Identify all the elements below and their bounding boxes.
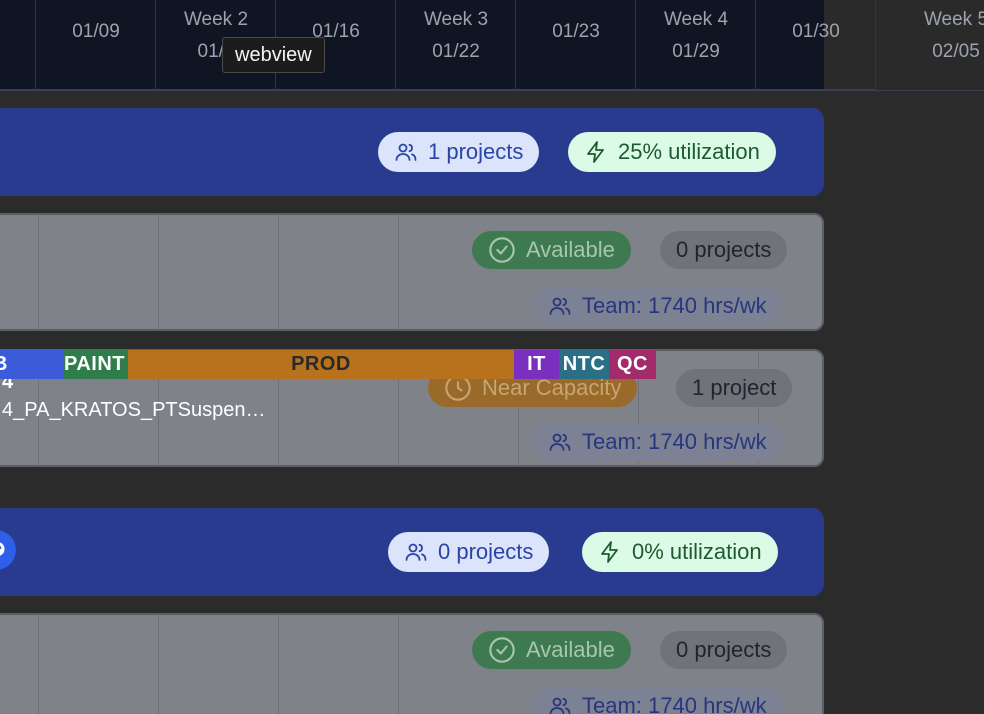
member-row[interactable]: Available 0 projects Team: 1740 hrs/wk [0, 213, 824, 331]
phase-segment-b[interactable]: B [0, 350, 64, 379]
status-label: Available [526, 637, 615, 662]
project-count-badge: 1 project [676, 369, 793, 407]
team-hours-label: Team: 1740 hrs/wk [582, 429, 767, 454]
users-icon [549, 697, 571, 714]
phase-segment-it[interactable]: IT [514, 350, 559, 379]
tooltip: webview [222, 37, 325, 73]
team-header[interactable]: 0 projects 0% utilization [0, 508, 824, 596]
team-hours-badge: Team: 1740 hrs/wk [532, 687, 783, 714]
timeline-col-week-5: Week 5 02/05 [876, 0, 984, 90]
team-hours-label: Team: 1740 hrs/wk [582, 293, 767, 318]
status-label: Available [526, 237, 615, 262]
phase-segment-prod[interactable]: PROD [128, 350, 514, 379]
timeline-col: 1 [0, 0, 36, 90]
team-hours-badge: Team: 1740 hrs/wk [532, 423, 783, 461]
team-projects-label: 1 projects [428, 139, 524, 164]
resource-planner: 1 01/09 Week 2 01/1 01/16 Week 3 01/22 0… [0, 0, 984, 714]
team-projects-pill: 0 projects [388, 532, 550, 572]
team-hours-badge: Team: 1740 hrs/wk [532, 287, 783, 325]
member-project-name[interactable]: 4_PA_KRATOS_PTSuspen… [2, 399, 265, 422]
lightning-icon [587, 141, 604, 163]
member-row[interactable]: Available 0 projects Team: 1740 hrs/wk [0, 613, 824, 714]
users-icon [395, 143, 417, 161]
team-utilization-pill: 25% utilization [568, 132, 776, 172]
users-icon [549, 433, 571, 451]
project-count-label: 0 projects [676, 237, 772, 262]
team-utilization-label: 25% utilization [618, 139, 760, 164]
project-phase-bar[interactable]: B PAINT PROD IT NTC QC [0, 350, 656, 379]
timeline-col: 01/23 [516, 0, 636, 90]
team-utilization-label: 0% utilization [632, 539, 762, 564]
timeline-col: 01/30 [756, 0, 876, 90]
phase-segment-qc[interactable]: QC [609, 350, 656, 379]
project-count-label: 0 projects [676, 637, 772, 662]
status-badge: Available [472, 231, 631, 269]
phase-segment-paint[interactable]: PAINT [64, 350, 128, 379]
phase-segment-ntc[interactable]: NTC [559, 350, 609, 379]
timeline-col-week-3: Week 3 01/22 [396, 0, 516, 90]
team-projects-pill: 1 projects [378, 132, 540, 172]
link-icon [0, 542, 5, 556]
team-utilization-pill: 0% utilization [582, 532, 778, 572]
lightning-icon [601, 541, 618, 563]
check-circle-icon [489, 637, 515, 663]
timeline-header: 1 01/09 Week 2 01/1 01/16 Week 3 01/22 0… [0, 0, 984, 91]
team-projects-label: 0 projects [438, 539, 534, 564]
users-icon [405, 543, 427, 561]
project-count-badge: 0 projects [660, 631, 788, 669]
project-count-label: 1 project [692, 375, 777, 400]
check-circle-icon [489, 237, 515, 263]
timeline-col-week-4: Week 4 01/29 [636, 0, 756, 90]
team-header[interactable]: 1 projects 25% utilization [0, 108, 824, 196]
team-hours-label: Team: 1740 hrs/wk [582, 693, 767, 714]
status-badge: Available [472, 631, 631, 669]
timeline-col: 01/09 [36, 0, 156, 90]
project-count-badge: 0 projects [660, 231, 788, 269]
team-avatar[interactable] [0, 530, 16, 570]
users-icon [549, 297, 571, 315]
